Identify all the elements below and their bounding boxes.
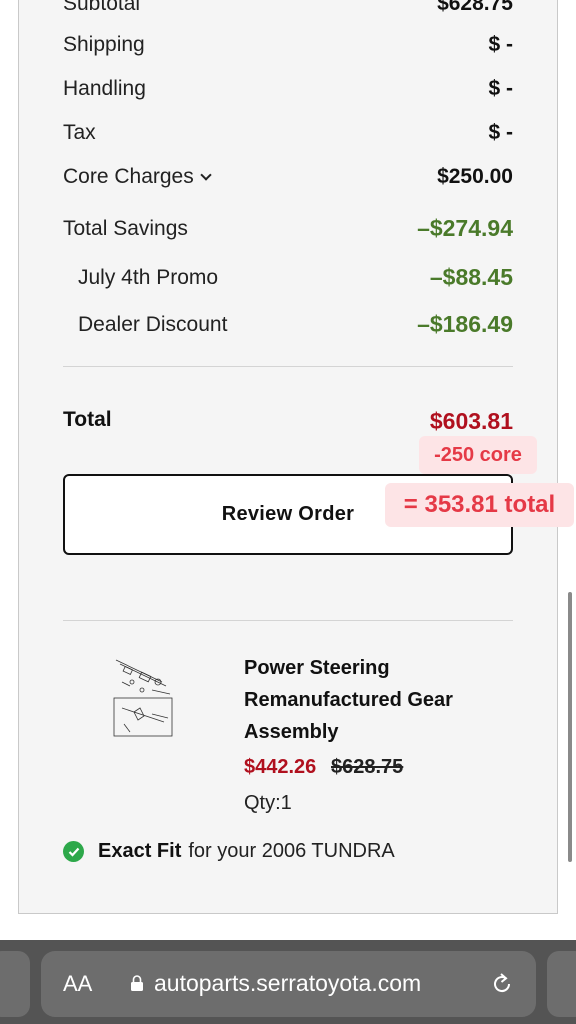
subtotal-value: $628.75 [437, 0, 513, 15]
tax-value: $ - [488, 121, 513, 144]
subtotal-label: Subtotal [63, 0, 141, 15]
fitment-notice: Exact Fit for your 2006 TUNDRA [63, 840, 395, 863]
product-name-link[interactable]: Power Steering Remanufactured Gear Assem… [244, 652, 514, 748]
product-original-price: $628.75 [331, 756, 404, 778]
tax-label: Tax [63, 121, 96, 144]
chevron-down-icon [200, 169, 212, 181]
core-charges-value: $250.00 [437, 165, 513, 188]
reload-icon[interactable] [489, 971, 515, 997]
handling-value: $ - [488, 77, 513, 100]
total-savings-label: Total Savings [63, 216, 188, 240]
address-bar[interactable]: AA autoparts.serratoyota.com [41, 951, 536, 1017]
page-scrollbar[interactable] [568, 592, 572, 862]
dealer-discount-value: –$186.49 [417, 311, 513, 337]
total-annotation: = 353.81 total [385, 483, 574, 527]
subtotal-row: Subtotal $628.75 [63, 0, 513, 16]
shipping-label: Shipping [63, 33, 145, 56]
url-text[interactable]: autoparts.serratoyota.com [154, 970, 421, 997]
tax-row: Tax $ - [63, 121, 513, 145]
product-sale-price: $442.26 [244, 756, 317, 778]
handling-row: Handling $ - [63, 77, 513, 101]
total-label: Total [63, 408, 112, 431]
july-promo-label: July 4th Promo [78, 265, 219, 289]
lock-icon [131, 975, 143, 991]
fitment-bold-label: Exact Fit [98, 840, 182, 862]
check-circle-icon [63, 841, 84, 862]
dealer-discount-label: Dealer Discount [78, 312, 228, 336]
total-savings-row: Total Savings –$274.94 [63, 215, 513, 242]
core-charges-toggle[interactable]: Core Charges [63, 165, 212, 189]
product-divider [63, 620, 513, 621]
total-value: $603.81 [429, 408, 513, 434]
july-promo-row: July 4th Promo –$88.45 [63, 264, 513, 291]
summary-divider [63, 366, 513, 367]
next-tab-preview[interactable] [547, 951, 576, 1017]
core-charges-row[interactable]: Core Charges $250.00 [63, 165, 513, 189]
total-savings-value: –$274.94 [417, 215, 513, 241]
core-annotation: -250 core [419, 436, 537, 474]
product-diagram-thumbnail[interactable] [112, 652, 176, 740]
shipping-row: Shipping $ - [63, 33, 513, 57]
fitment-text: for your 2006 TUNDRA [188, 840, 395, 862]
shipping-value: $ - [488, 33, 513, 56]
product-quantity: Qty:1 [244, 792, 292, 814]
core-charges-label: Core Charges [63, 165, 194, 188]
previous-tab-preview[interactable] [0, 951, 30, 1017]
dealer-discount-row: Dealer Discount –$186.49 [63, 311, 513, 338]
handling-label: Handling [63, 77, 146, 100]
text-size-button[interactable]: AA [63, 971, 92, 997]
july-promo-value: –$88.45 [429, 264, 513, 290]
